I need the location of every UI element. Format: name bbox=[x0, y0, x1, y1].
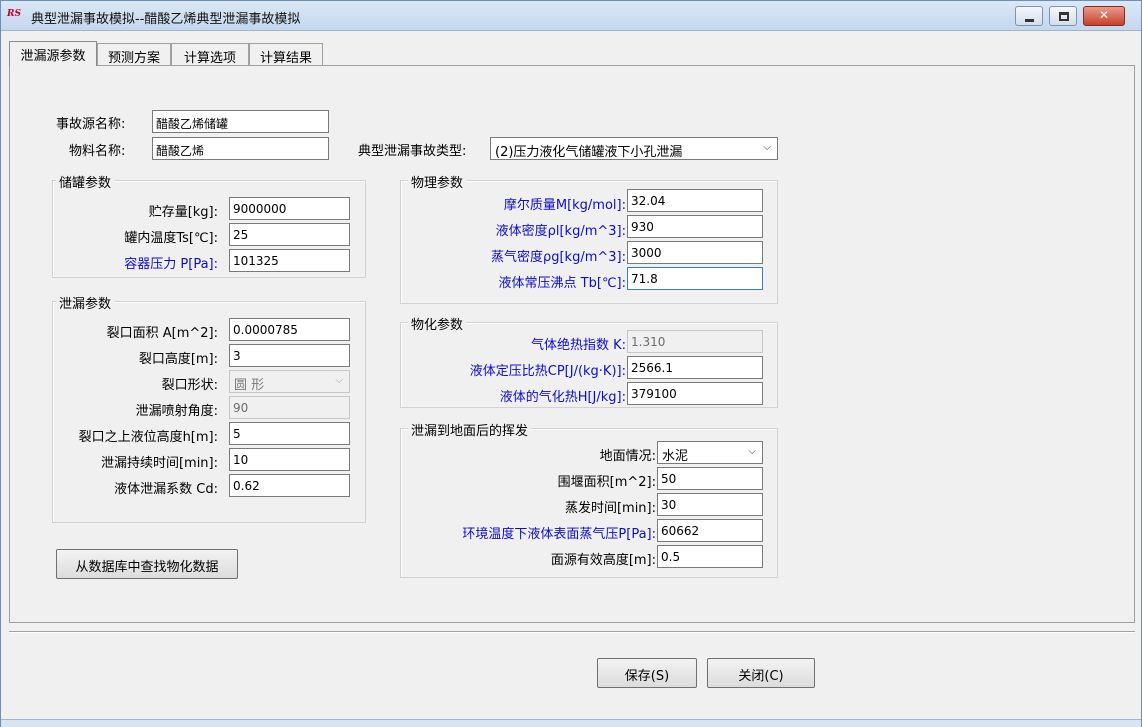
accident-type-select[interactable]: (2)压力液化气储罐液下小孔泄漏 ⌵ bbox=[490, 137, 778, 160]
evaporation-time-label: 蒸发时间[min]: bbox=[564, 501, 656, 516]
crack-area-label: 裂口面积 A[m^2]: bbox=[106, 326, 218, 341]
leak-duration-input[interactable]: 10 bbox=[229, 448, 350, 471]
evaporation-title: 泄漏到地面后的挥发 bbox=[408, 420, 532, 439]
liquid-density-input[interactable]: 930 bbox=[627, 215, 763, 238]
source-height-label: 面源有效高度[m]: bbox=[550, 553, 656, 568]
tab-label: 计算结果 bbox=[259, 51, 312, 66]
save-button[interactable]: 保存(S) bbox=[597, 658, 697, 688]
crack-height-input[interactable]: 3 bbox=[229, 344, 350, 367]
close-icon: ✕ bbox=[1098, 8, 1110, 22]
crack-height-label: 裂口高度[m]: bbox=[138, 352, 218, 367]
source-height-input[interactable]: 0.5 bbox=[657, 545, 763, 568]
tab-calc-options[interactable]: 计算选项 bbox=[171, 43, 249, 66]
adiabatic-index-input[interactable]: 1.310 bbox=[627, 330, 763, 353]
specific-heat-input[interactable]: 2566.1 bbox=[627, 356, 763, 379]
title-bar[interactable]: RS 典型泄漏事故模拟--醋酸乙烯典型泄漏事故模拟 ✕ bbox=[1, 1, 1141, 31]
liquid-density-label: 液体密度ρl[kg/m^3]: bbox=[495, 224, 626, 239]
close-button-label: 关闭(C) bbox=[738, 669, 784, 684]
discharge-coefficient-label: 液体泄漏系数 Cd: bbox=[114, 482, 218, 497]
vapor-pressure-label: 环境温度下液体表面蒸气压P[Pa]: bbox=[462, 527, 656, 542]
vapor-pressure-input[interactable]: 60662 bbox=[657, 519, 763, 542]
vapor-density-label: 蒸气密度ρg[kg/m^3]: bbox=[490, 250, 626, 265]
source-name-label: 事故源名称: bbox=[56, 117, 126, 132]
maximize-button[interactable] bbox=[1049, 6, 1077, 26]
tab-prediction-plan[interactable]: 预测方案 bbox=[97, 43, 171, 66]
lookup-database-button[interactable]: 从数据库中查找物化数据 bbox=[56, 549, 238, 579]
tab-panel-leak-source: 事故源名称: 醋酸乙烯储罐 物料名称: 醋酸乙烯 典型泄漏事故类型: (2)压力… bbox=[9, 65, 1135, 623]
chevron-down-icon: ⌵ bbox=[763, 142, 771, 153]
tank-temperature-input[interactable]: 25 bbox=[229, 223, 350, 246]
crack-area-input[interactable]: 0.0000785 bbox=[229, 318, 350, 341]
physical-params-title: 物理参数 bbox=[408, 172, 467, 191]
chemical-params-title: 物化参数 bbox=[408, 314, 467, 333]
vapor-density-input[interactable]: 3000 bbox=[627, 241, 763, 264]
molar-mass-label: 摩尔质量M[kg/mol]: bbox=[503, 198, 626, 213]
evaporation-time-input[interactable]: 30 bbox=[657, 493, 763, 516]
adiabatic-index-label: 气体绝热指数 K: bbox=[530, 338, 626, 353]
chevron-down-icon: ⌵ bbox=[335, 375, 343, 386]
discharge-coefficient-input[interactable]: 0.62 bbox=[229, 474, 350, 497]
ground-condition-label: 地面情况: bbox=[599, 449, 656, 464]
lookup-database-label: 从数据库中查找物化数据 bbox=[75, 560, 219, 575]
app-logo-icon: RS bbox=[7, 9, 21, 19]
vaporization-heat-label: 液体的气化热H[J/kg]: bbox=[499, 390, 626, 405]
ground-condition-value: 水泥 bbox=[662, 449, 689, 464]
tab-label: 泄漏源参数 bbox=[20, 49, 86, 64]
vaporization-heat-input[interactable]: 379100 bbox=[627, 382, 763, 405]
maximize-icon bbox=[1059, 12, 1069, 21]
material-name-input[interactable]: 醋酸乙烯 bbox=[152, 137, 329, 160]
minimize-icon bbox=[1025, 19, 1034, 22]
tab-calc-results[interactable]: 计算结果 bbox=[249, 43, 323, 66]
app-window: RS 典型泄漏事故模拟--醋酸乙烯典型泄漏事故模拟 ✕ 泄漏源参数 预测方案 计… bbox=[0, 0, 1142, 727]
footer-divider bbox=[9, 631, 1135, 633]
molar-mass-input[interactable]: 32.04 bbox=[627, 189, 763, 212]
source-name-input[interactable]: 醋酸乙烯储罐 bbox=[152, 110, 329, 133]
dike-area-label: 围堰面积[m^2]: bbox=[557, 475, 656, 490]
boiling-point-label: 液体常压沸点 Tb[℃]: bbox=[498, 276, 626, 291]
save-button-label: 保存(S) bbox=[624, 669, 670, 684]
tank-temperature-label: 罐内温度Ts[℃]: bbox=[124, 231, 218, 246]
tab-leak-source[interactable]: 泄漏源参数 bbox=[9, 41, 97, 66]
vessel-pressure-input[interactable]: 101325 bbox=[229, 249, 350, 272]
leak-params-title: 泄漏参数 bbox=[56, 293, 115, 312]
chevron-down-icon: ⌵ bbox=[748, 446, 756, 457]
liquid-level-input[interactable]: 5 bbox=[229, 422, 350, 445]
crack-shape-label: 裂口形状: bbox=[161, 378, 218, 393]
specific-heat-label: 液体定压比热CP[J/(kg·K)]: bbox=[469, 364, 626, 379]
ground-condition-select[interactable]: 水泥 ⌵ bbox=[657, 441, 763, 464]
tab-label: 预测方案 bbox=[107, 51, 160, 66]
jet-angle-input[interactable]: 90 bbox=[229, 396, 350, 419]
close-button[interactable]: 关闭(C) bbox=[707, 658, 815, 688]
liquid-level-label: 裂口之上液位高度h[m]: bbox=[78, 430, 218, 445]
material-name-label: 物料名称: bbox=[69, 144, 126, 159]
dike-area-input[interactable]: 50 bbox=[657, 467, 763, 490]
window-bottom-border bbox=[1, 719, 1141, 727]
tab-label: 计算选项 bbox=[183, 51, 236, 66]
jet-angle-label: 泄漏喷射角度: bbox=[135, 404, 218, 419]
accident-type-value: (2)压力液化气储罐液下小孔泄漏 bbox=[495, 145, 683, 160]
close-window-button[interactable]: ✕ bbox=[1083, 6, 1125, 26]
boiling-point-input[interactable]: 71.8 bbox=[627, 267, 763, 290]
minimize-button[interactable] bbox=[1015, 6, 1043, 26]
vessel-pressure-label: 容器压力 P[Pa]: bbox=[124, 257, 218, 272]
leak-duration-label: 泄漏持续时间[min]: bbox=[100, 456, 218, 471]
crack-shape-select[interactable]: 圆 形 ⌵ bbox=[229, 370, 350, 393]
accident-type-label: 典型泄漏事故类型: bbox=[358, 144, 467, 159]
crack-shape-value: 圆 形 bbox=[234, 378, 265, 393]
window-title: 典型泄漏事故模拟--醋酸乙烯典型泄漏事故模拟 bbox=[31, 12, 301, 27]
tank-params-title: 储罐参数 bbox=[56, 172, 115, 191]
storage-amount-label: 贮存量[kg]: bbox=[148, 205, 218, 220]
storage-amount-input[interactable]: 9000000 bbox=[229, 197, 350, 220]
